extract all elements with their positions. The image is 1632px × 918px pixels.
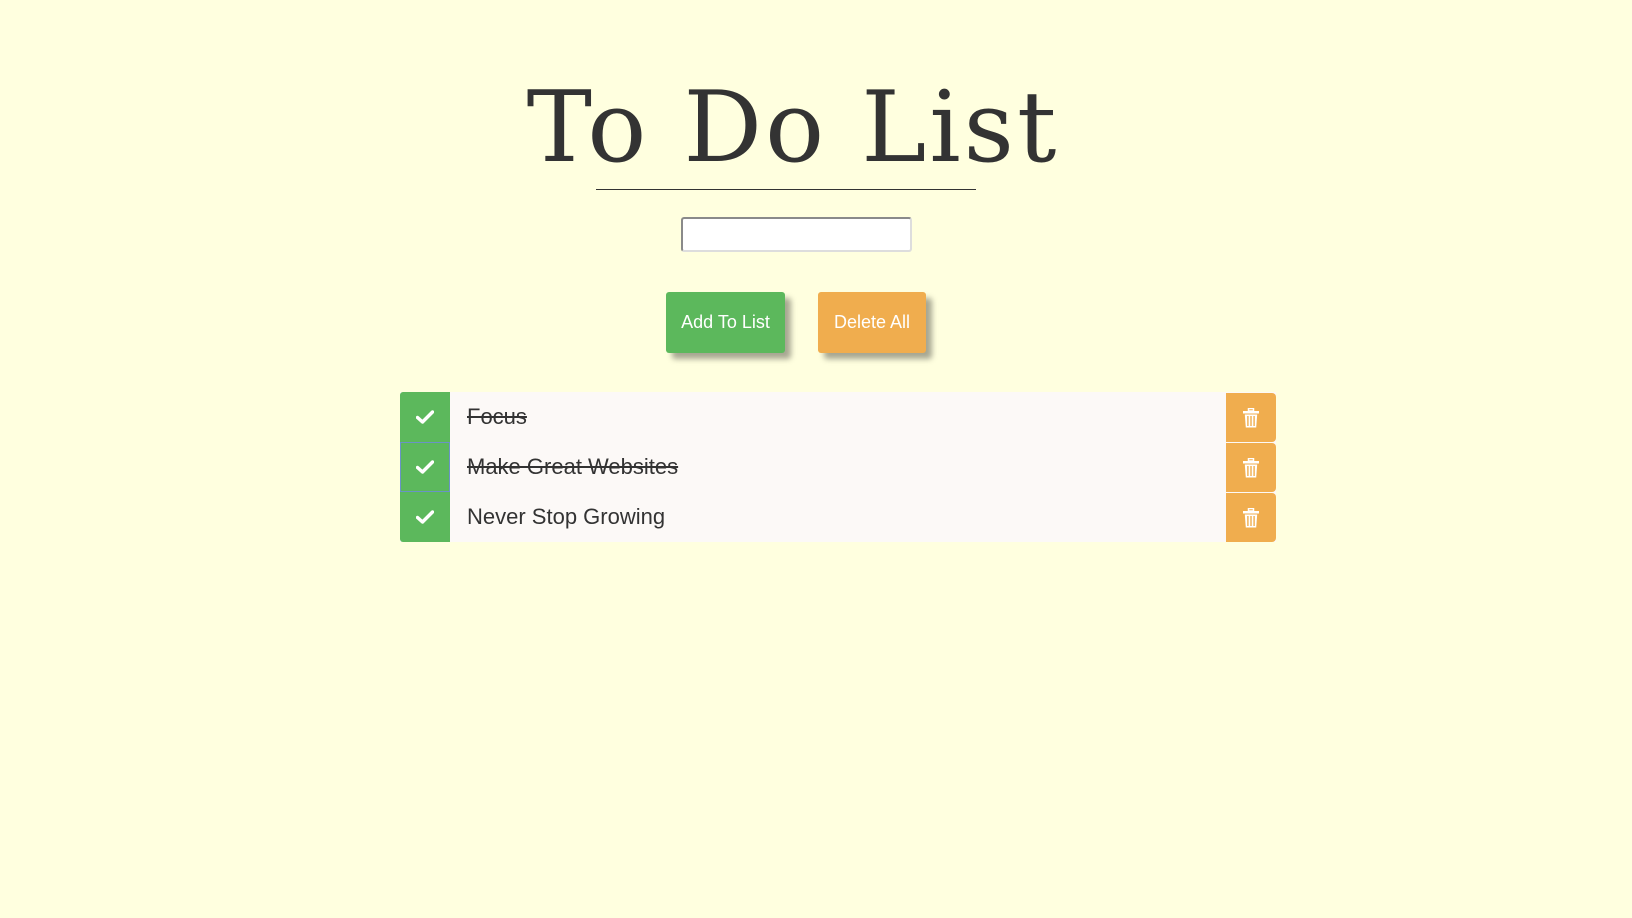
list-item: Never Stop Growing (400, 492, 1276, 542)
todo-list: Focus Make Great Websites Never Stop Gro… (400, 392, 1276, 542)
trash-icon (1243, 457, 1259, 477)
list-item-label: Make Great Websites (467, 454, 679, 479)
check-icon (416, 510, 434, 524)
delete-item-button[interactable] (1226, 493, 1276, 542)
list-item-label: Focus (467, 404, 527, 429)
todo-page: To Do List Add To List Delete All Focus (0, 0, 1632, 918)
complete-button[interactable] (400, 492, 450, 542)
delete-item-button[interactable] (1226, 393, 1276, 442)
check-icon (416, 410, 434, 424)
task-input[interactable] (681, 217, 912, 252)
list-item: Focus (400, 392, 1276, 442)
delete-item-button[interactable] (1226, 443, 1276, 492)
delete-all-button[interactable]: Delete All (818, 292, 926, 353)
add-to-list-button[interactable]: Add To List (666, 292, 785, 353)
title-underline (596, 189, 976, 190)
trash-icon (1243, 507, 1259, 527)
trash-icon (1243, 407, 1259, 427)
list-item-label: Never Stop Growing (467, 504, 666, 529)
page-title: To Do List (526, 71, 1060, 185)
complete-button[interactable] (400, 442, 450, 492)
check-icon (416, 460, 434, 474)
complete-button[interactable] (400, 392, 450, 442)
list-item: Make Great Websites (400, 442, 1276, 492)
